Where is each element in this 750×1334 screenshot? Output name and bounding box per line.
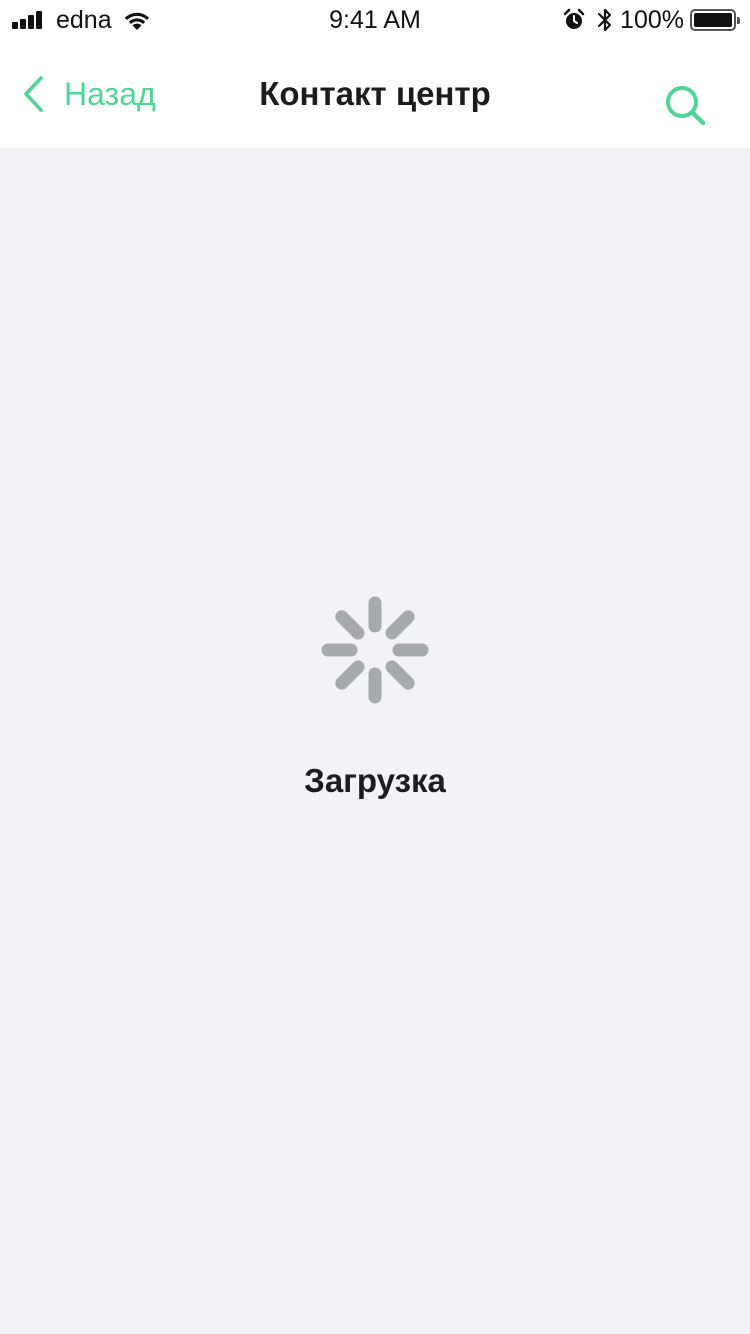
- status-bar-right: 100%: [562, 5, 740, 34]
- battery-fill: [694, 13, 732, 27]
- spinner-icon: [321, 596, 429, 704]
- battery-tip: [737, 17, 740, 24]
- battery-icon: [690, 9, 740, 31]
- screen: edna 9:41 AM 100% Назад Контакт центр За…: [0, 0, 750, 1334]
- back-button[interactable]: Назад: [22, 40, 156, 148]
- loading-indicator: Загрузка: [0, 590, 750, 800]
- navigation-bar: Назад Контакт центр: [0, 40, 750, 148]
- loading-text: Загрузка: [304, 762, 446, 799]
- bluetooth-icon: [597, 8, 612, 32]
- battery-percent: 100%: [620, 5, 684, 34]
- alarm-icon: [563, 8, 585, 29]
- status-bar: edna 9:41 AM 100%: [0, 0, 750, 40]
- search-button[interactable]: [662, 82, 710, 130]
- back-label: Назад: [64, 75, 156, 112]
- chevron-left-icon: [24, 76, 43, 112]
- search-icon: [666, 86, 706, 126]
